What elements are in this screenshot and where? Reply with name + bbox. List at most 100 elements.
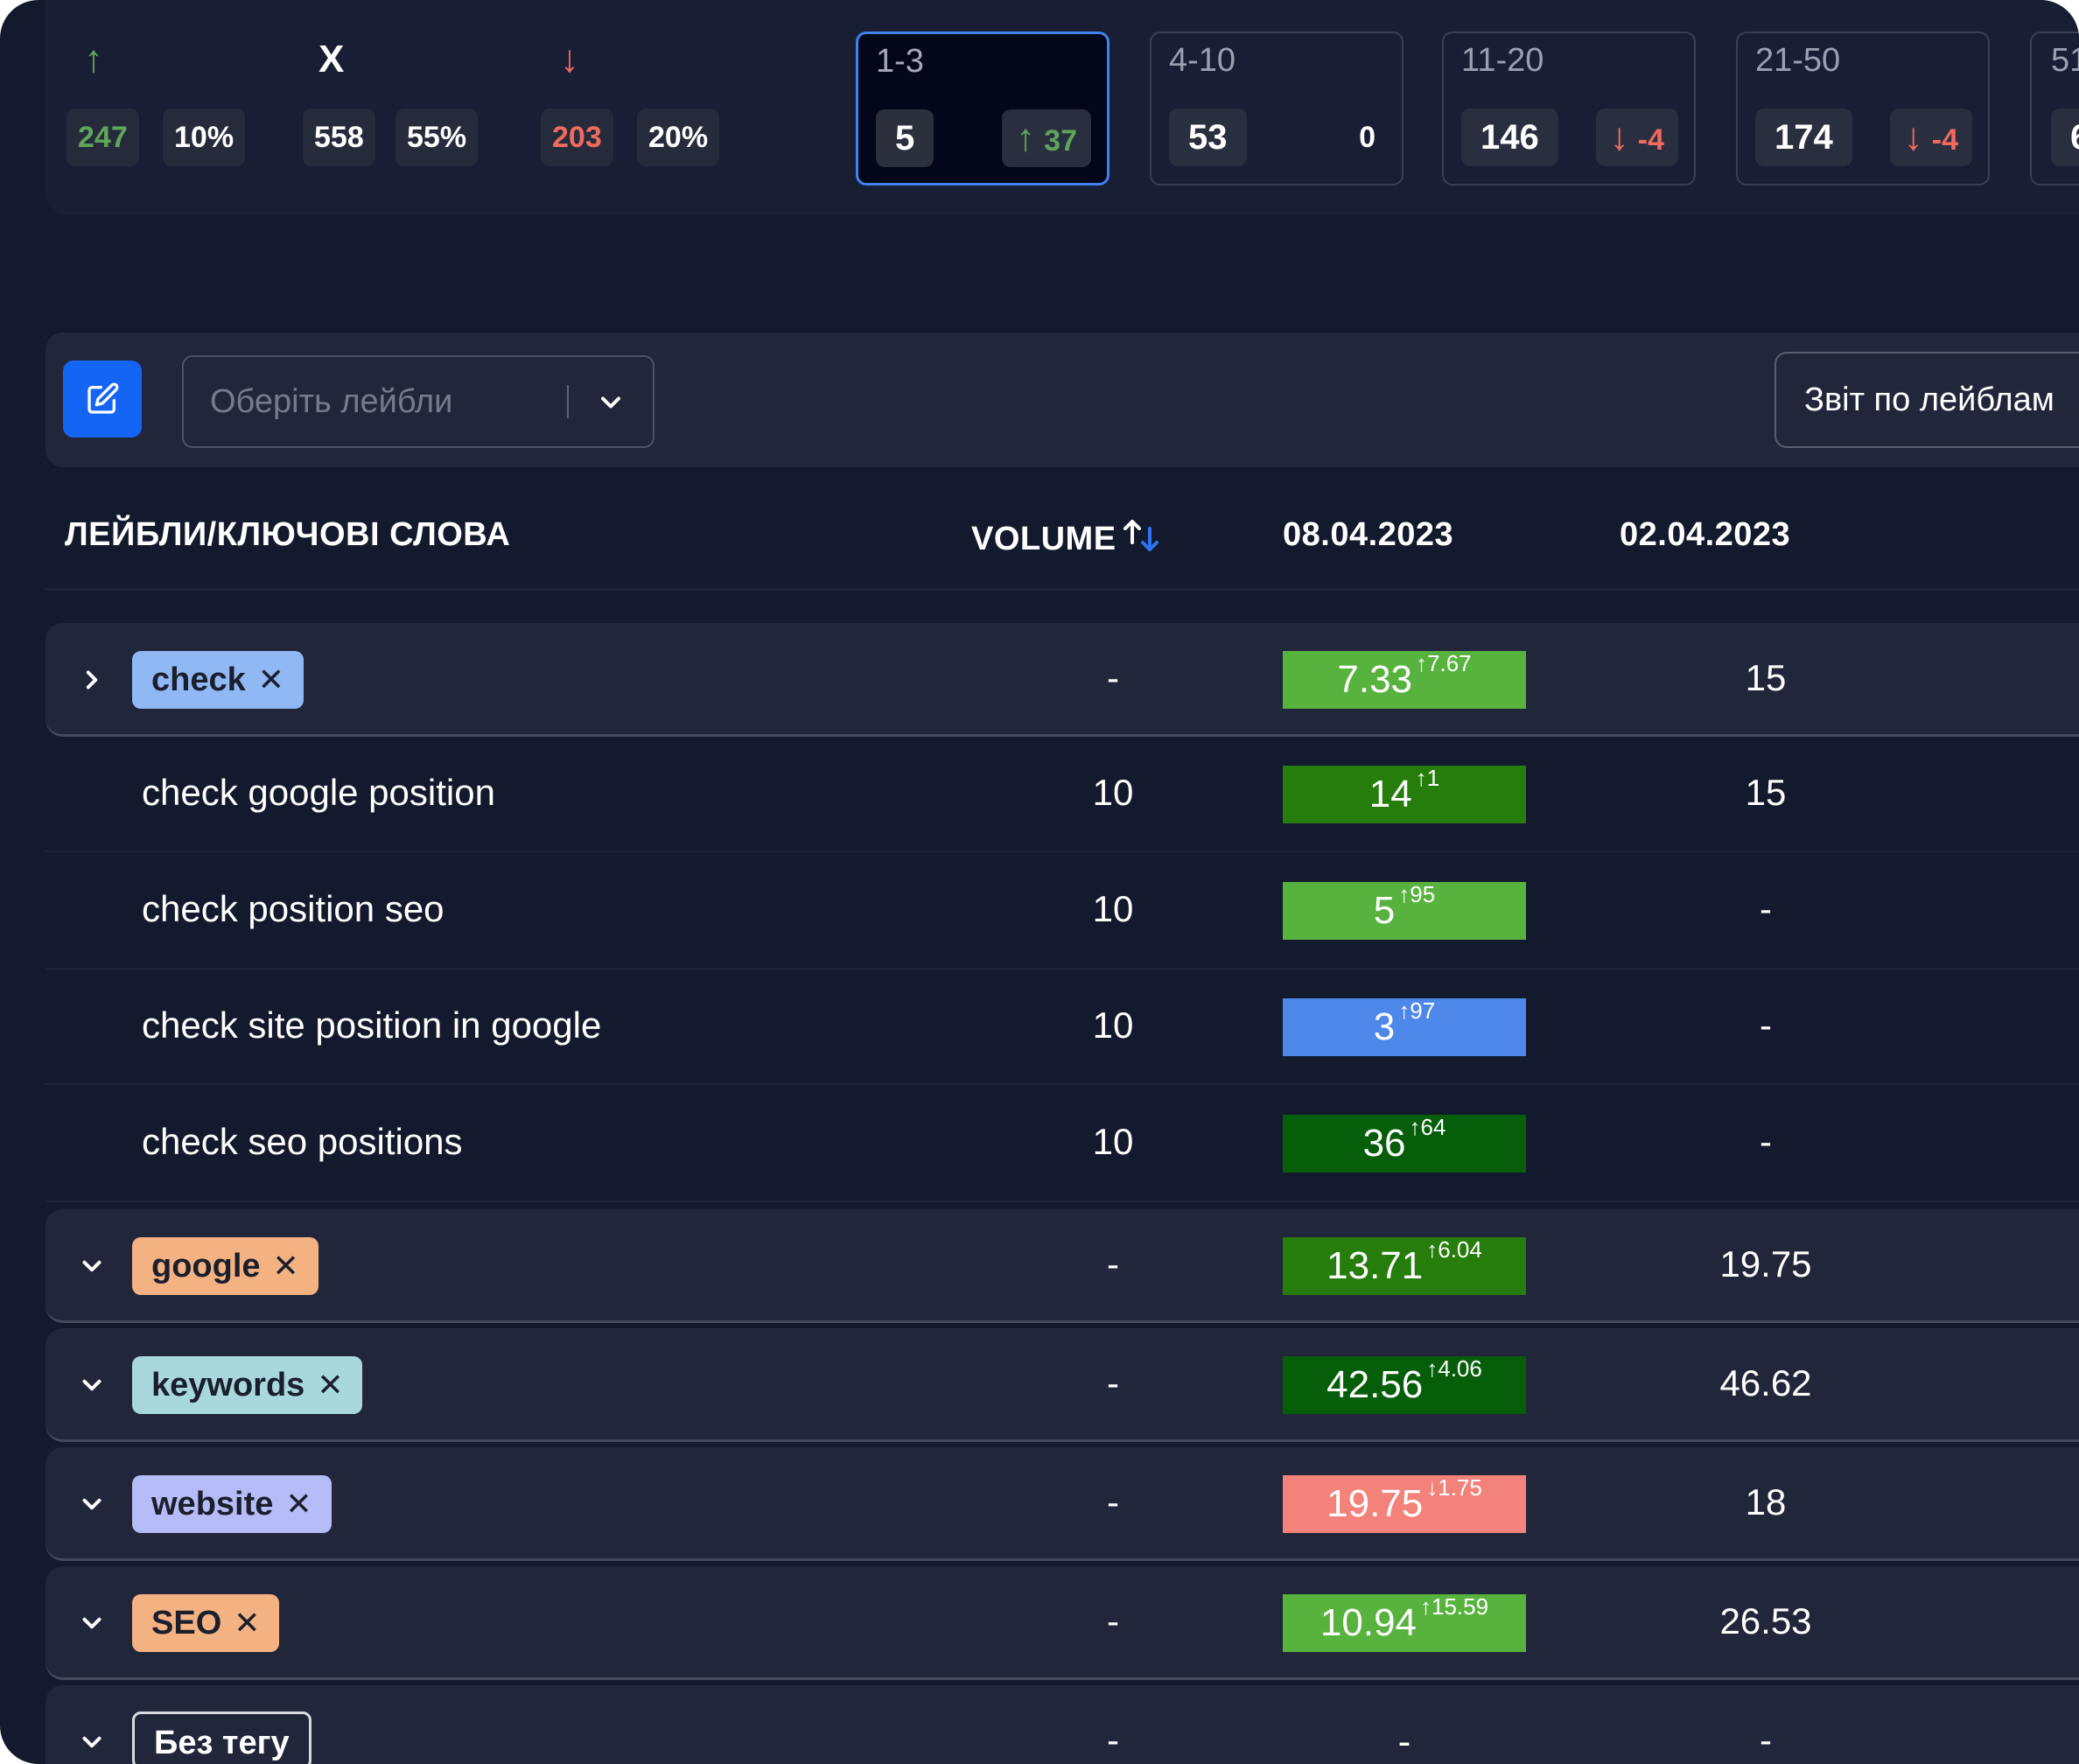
previous-position: -: [1760, 888, 1772, 929]
position-change: ↑64: [1409, 1114, 1446, 1140]
arrow-up-icon: ↑: [1415, 765, 1427, 791]
label-group-row[interactable]: website ✕ - 19.75 ↓1.75 18: [46, 1447, 2079, 1561]
position-cell: 10.94 ↑15.59: [1283, 1594, 1526, 1652]
label-group-row[interactable]: check ✕ - 7.33 ↑7.67 15: [46, 623, 2079, 737]
range-card-1-3[interactable]: 1-3 5 ↑ 37: [856, 32, 1110, 186]
arrow-up-icon: ↑: [1398, 998, 1410, 1024]
range-delta: ↓ -4: [1595, 108, 1678, 166]
range-count: 146: [1461, 108, 1558, 166]
keyword-text: check google position: [142, 772, 495, 813]
volume-value: 10: [1092, 772, 1134, 813]
volume-value: -: [1107, 1719, 1119, 1760]
remove-tag-icon[interactable]: ✕: [234, 1605, 260, 1641]
range-card-21-50[interactable]: 21-50 174 ↓ -4: [1736, 32, 1990, 186]
arrow-up-icon: ↑: [84, 38, 103, 80]
remove-tag-icon[interactable]: ✕: [258, 662, 284, 697]
previous-position: -: [1760, 1719, 1772, 1760]
arrow-down-icon: ↓: [1609, 116, 1629, 158]
range-label: 4-10: [1169, 42, 1236, 79]
volume-value: -: [1107, 1481, 1119, 1522]
previous-position: 15: [1745, 657, 1787, 698]
labels-report-button[interactable]: Звіт по лейблам: [1774, 352, 2079, 448]
chevron-down-icon[interactable]: [77, 1251, 107, 1285]
label-tag[interactable]: keywords ✕: [132, 1356, 363, 1414]
label-group-row[interactable]: Без тегу - - -: [46, 1685, 2079, 1764]
range-card-11-20[interactable]: 11-20 146 ↓ -4: [1442, 32, 1696, 186]
arrow-up-icon: ↑: [1016, 116, 1036, 159]
previous-position: -: [1760, 1004, 1772, 1046]
x-icon: X: [318, 38, 345, 80]
label-select-placeholder: Оберіть лейбли: [210, 383, 453, 420]
chevron-down-icon[interactable]: [77, 1608, 107, 1642]
previous-position: 19.75: [1719, 1243, 1812, 1284]
keyword-row[interactable]: check site position in google 10 3 ↑97 -: [46, 970, 2079, 1085]
keyword-row[interactable]: check position seo 10 5 ↑95 -: [46, 852, 2079, 970]
range-delta: 0: [1359, 121, 1376, 154]
previous-position: 18: [1745, 1481, 1787, 1522]
rankings-panel: ↑ 247 10% X 558 55% ↓ 203 20% 1-3 5 ↑ 37 …: [0, 0, 2079, 1764]
declined-count: 203: [541, 108, 613, 166]
volume-value: 10: [1092, 888, 1134, 929]
keyword-text: check seo positions: [142, 1121, 463, 1162]
previous-position: -: [1760, 1121, 1772, 1162]
range-label: 21-50: [1755, 42, 1841, 79]
select-divider: [567, 385, 569, 418]
range-label: 11-20: [1461, 42, 1544, 79]
remove-tag-icon[interactable]: ✕: [317, 1367, 343, 1403]
chevron-down-icon[interactable]: [77, 1727, 107, 1761]
position-cell: 14 ↑1: [1283, 766, 1526, 823]
label-tag[interactable]: check ✕: [132, 651, 304, 709]
position-change: ↓1.75: [1426, 1474, 1482, 1501]
previous-position: 15: [1745, 772, 1787, 813]
range-card-51[interactable]: 51 6: [2030, 32, 2079, 186]
range-label: 1-3: [876, 43, 924, 80]
range-delta: ↓ -4: [1889, 108, 1972, 166]
position-change: ↑4.06: [1426, 1355, 1482, 1382]
position-cell: 19.75 ↓1.75: [1283, 1475, 1526, 1533]
position-cell: 7.33 ↑7.67: [1283, 651, 1526, 709]
previous-position: 46.62: [1719, 1362, 1812, 1404]
arrow-up-icon: ↑: [1426, 1236, 1438, 1263]
header-volume[interactable]: VOLUME: [971, 516, 1164, 558]
range-card-4-10[interactable]: 4-10 53 0: [1150, 32, 1404, 186]
arrow-down-icon: ↓: [1903, 116, 1923, 158]
edit-icon: [88, 382, 119, 414]
position-change: ↑95: [1398, 881, 1436, 907]
previous-position: 26.53: [1719, 1600, 1812, 1642]
arrow-up-icon: ↑: [1398, 881, 1410, 907]
improved-count: 247: [66, 108, 139, 166]
chevron-down-icon[interactable]: [77, 1489, 107, 1523]
label-select[interactable]: Оберіть лейбли: [182, 355, 654, 448]
header-keywords: ЛЕЙБЛИ/КЛЮЧОВІ СЛОВА: [65, 516, 511, 553]
range-count: 174: [1755, 108, 1852, 166]
label-group-row[interactable]: keywords ✕ - 42.56 ↑4.06 46.62: [46, 1328, 2079, 1442]
keyword-text: check position seo: [142, 888, 444, 929]
remove-tag-icon[interactable]: ✕: [273, 1248, 299, 1284]
sort-icon: [1123, 520, 1158, 551]
unchanged-percent: 55%: [396, 108, 479, 166]
label-group-row[interactable]: google ✕ - 13.71 ↑6.04 19.75: [46, 1209, 2079, 1323]
label-tag[interactable]: SEO ✕: [132, 1594, 280, 1652]
keyword-row[interactable]: check google position 10 14 ↑1 15: [46, 737, 2079, 852]
volume-value: -: [1107, 1362, 1119, 1404]
position-cell: 42.56 ↑4.06: [1283, 1356, 1526, 1414]
label-tag[interactable]: google ✕: [132, 1237, 318, 1295]
chevron-down-icon[interactable]: [77, 1370, 107, 1404]
keyword-row[interactable]: check seo positions 10 36 ↑64 -: [46, 1085, 2079, 1202]
summary-strip: ↑ 247 10% X 558 55% ↓ 203 20% 1-3 5 ↑ 37 …: [46, 0, 2079, 215]
range-count: 5: [876, 109, 934, 167]
label-group-row[interactable]: SEO ✕ - 10.94 ↑15.59 26.53: [46, 1566, 2079, 1680]
unchanged-count: 558: [303, 108, 375, 166]
remove-tag-icon[interactable]: ✕: [285, 1486, 312, 1522]
position-change: ↑97: [1398, 998, 1436, 1024]
chevron-down-icon: [601, 396, 620, 409]
position-change: ↑1: [1415, 765, 1440, 791]
edit-labels-button[interactable]: [63, 360, 142, 438]
label-tag[interactable]: website ✕: [132, 1475, 332, 1533]
position-cell: -: [1397, 1720, 1411, 1763]
volume-value: 10: [1092, 1121, 1134, 1162]
position-change: ↑6.04: [1426, 1236, 1482, 1263]
chevron-right-icon[interactable]: [77, 665, 107, 699]
arrow-down-icon: ↓: [1426, 1474, 1438, 1501]
volume-value: -: [1107, 657, 1119, 698]
